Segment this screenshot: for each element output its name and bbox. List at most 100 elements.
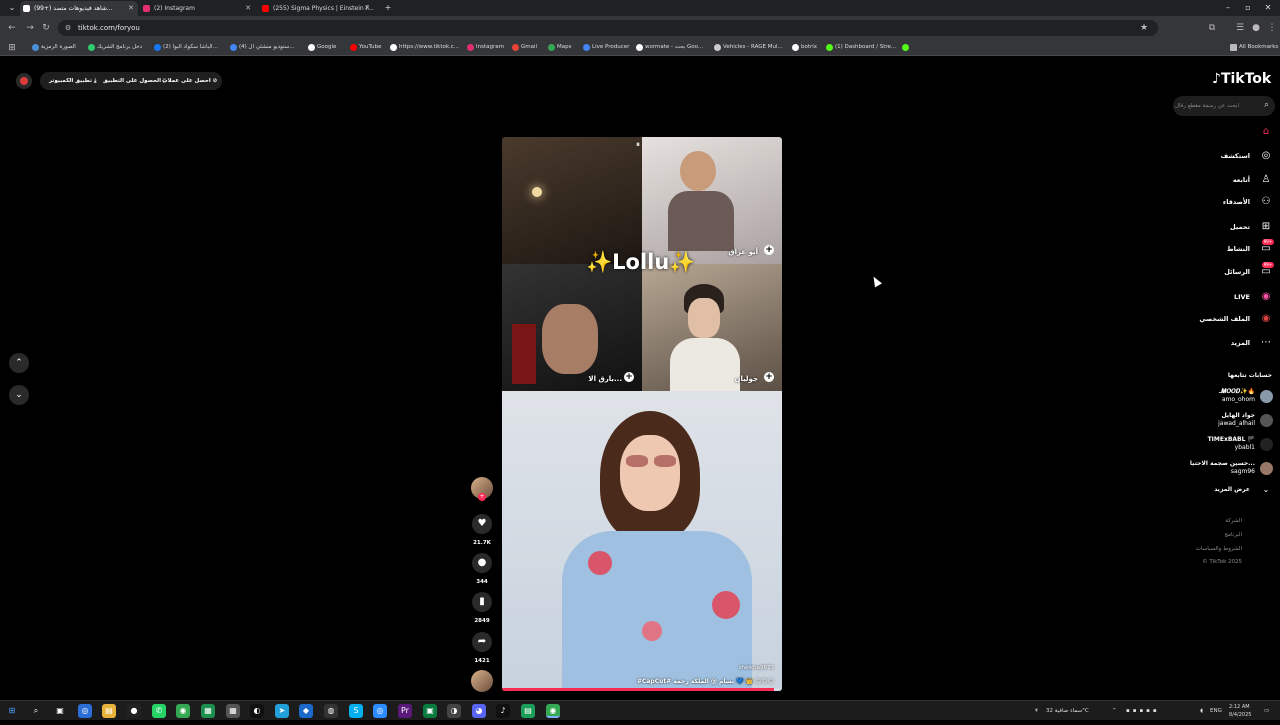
calculator-icon[interactable]: ▦ xyxy=(226,704,240,718)
footer-link[interactable]: الشركة xyxy=(1225,518,1242,524)
pause-icon[interactable]: ⏸ xyxy=(636,140,640,150)
reload-icon[interactable]: ↻ xyxy=(40,22,52,34)
chrome-icon[interactable]: ◉ xyxy=(176,704,190,718)
address-bar[interactable]: ⚙ tiktok.com/foryou ★ xyxy=(58,20,1158,36)
close-window-icon[interactable]: ✕ xyxy=(1258,0,1278,16)
chevron-down-icon[interactable]: ⌄ xyxy=(1259,483,1273,497)
tray-icons[interactable]: ▪▪▪▪▪ xyxy=(1126,701,1186,721)
weather-icon[interactable]: ☀ xyxy=(1034,701,1039,721)
account-avatar[interactable] xyxy=(16,73,32,89)
music-disc-avatar[interactable] xyxy=(471,670,493,692)
premiere-icon[interactable]: Pr xyxy=(398,704,412,718)
close-tab-icon[interactable]: ✕ xyxy=(245,1,251,16)
app-icon[interactable]: ▤ xyxy=(521,704,535,718)
obs-icon[interactable]: ● xyxy=(127,704,141,718)
maximize-icon[interactable]: ▫ xyxy=(1238,0,1258,16)
video-player[interactable]: أبو عراق + بارق الا... + جوليان + ✨Lollu xyxy=(502,137,782,691)
next-video-button[interactable]: ⌄ xyxy=(9,385,29,405)
follow-plus-icon[interactable]: + xyxy=(624,372,634,382)
live-icon[interactable]: ◉ xyxy=(1259,290,1273,304)
profile-avatar-icon[interactable]: ● xyxy=(1250,22,1262,34)
minimize-icon[interactable]: – xyxy=(1218,0,1238,16)
account-avatar[interactable] xyxy=(1260,414,1273,427)
video-progress-bar[interactable] xyxy=(502,688,782,691)
tray-overflow-icon[interactable]: ⌃ xyxy=(1112,701,1117,721)
language-indicator[interactable]: ENG xyxy=(1210,701,1222,721)
discord-icon[interactable]: ◕ xyxy=(472,704,486,718)
follow-plus-icon[interactable]: + xyxy=(764,245,774,255)
bookmark-item[interactable]: Gmail xyxy=(512,40,537,55)
windows-start-icon[interactable]: ⊞ xyxy=(5,704,19,718)
all-bookmarks-button[interactable]: All Bookmarks xyxy=(1230,40,1278,55)
bookmark-item[interactable]: (1) Dashboard / Stre... xyxy=(826,40,896,55)
following-account[interactable]: جواد الهايل jawad_alhail xyxy=(1218,412,1255,428)
clock-date[interactable]: 8/4/2025 xyxy=(1229,705,1251,725)
profile-icon[interactable]: ◉ xyxy=(1259,312,1273,326)
apps-grid-icon[interactable]: ⊞ xyxy=(6,42,18,54)
home-icon[interactable]: ⌂ xyxy=(1259,125,1273,139)
bookmark-item[interactable]: Instagram xyxy=(467,40,504,55)
bookmark-item[interactable]: https://www.tiktok.c... xyxy=(390,40,459,55)
sidebar-item-label[interactable]: المزيد xyxy=(1231,339,1250,347)
account-avatar[interactable] xyxy=(1260,438,1273,451)
app-icon[interactable]: ▣ xyxy=(423,704,437,718)
get-coins-button[interactable]: احصل على عملات ⊘ xyxy=(162,74,217,88)
sidebar-item-label[interactable]: تحميل xyxy=(1230,223,1250,231)
bookmark-item[interactable]: Live Producer xyxy=(583,40,629,55)
site-info-icon[interactable]: ⚙ xyxy=(62,22,74,34)
extensions-icon[interactable]: ⧉ xyxy=(1206,22,1218,34)
browser-tab-tiktok[interactable]: (99+) شاهد فيديوهات متصد... ✕ xyxy=(20,1,138,16)
bookmark-item[interactable]: botrix xyxy=(792,40,817,55)
new-tab-button[interactable]: + xyxy=(378,0,398,16)
telegram-icon[interactable]: ➤ xyxy=(275,704,289,718)
notifications-icon[interactable]: ▭ xyxy=(1264,701,1269,721)
get-app-button[interactable]: الحصول على التطبيق ▯ xyxy=(103,74,166,88)
sidebar-item-label[interactable]: LIVE xyxy=(1234,293,1250,301)
footer-link[interactable]: © TikTok 2025 xyxy=(1202,559,1242,565)
search-icon[interactable]: ⌕ xyxy=(29,704,43,718)
bookmark-item[interactable]: YouTube xyxy=(350,40,381,55)
sidebar-item-label[interactable]: استكشف xyxy=(1221,152,1250,160)
sidebar-item-label[interactable]: النشاط xyxy=(1227,245,1250,253)
weather-text[interactable]: سماء صافية 32°C xyxy=(1046,701,1089,721)
following-account[interactable]: ـ𝑴𝑶𝑶𝑫✨🔥 amo_ohom xyxy=(1219,388,1255,404)
follow-plus-icon[interactable]: + xyxy=(764,372,774,382)
close-tab-icon[interactable]: ✕ xyxy=(364,1,370,16)
reading-list-icon[interactable]: ☰ xyxy=(1234,22,1246,34)
app-icon[interactable]: ◑ xyxy=(447,704,461,718)
save-button[interactable]: ▮ xyxy=(472,592,492,612)
bookmark-item[interactable]: الصورة الرمزية xyxy=(32,40,76,55)
footer-link[interactable]: الشروط والسياسات xyxy=(1196,546,1242,552)
browser-tab-youtube[interactable]: (255) Sigma Physics | Einstein F... ✕ xyxy=(259,1,374,16)
user-follow-icon[interactable]: ♙ xyxy=(1259,173,1273,187)
following-account[interactable]: TIMExBABL 🏴 ybabl1 xyxy=(1208,436,1255,452)
tiktok-icon[interactable]: ♪ xyxy=(496,704,510,718)
sidebar-item-label[interactable]: الأصدقاء xyxy=(1223,198,1250,206)
bookmark-item[interactable]: (2) الباشا سكواد البوا... xyxy=(154,40,218,55)
bookmark-item[interactable]: (4) ستوديو منشئي ال... xyxy=(230,40,295,55)
file-explorer-icon[interactable]: ▤ xyxy=(102,704,116,718)
friends-icon[interactable]: ⚇ xyxy=(1259,195,1273,209)
bookmark-star-icon[interactable]: ★ xyxy=(1138,22,1150,34)
see-more-button[interactable]: عرض المزيد xyxy=(1214,486,1250,493)
footer-link[interactable]: البرنامج xyxy=(1224,532,1242,538)
previous-video-button[interactable]: ⌃ xyxy=(9,353,29,373)
chrome-active-icon[interactable]: ◉ xyxy=(546,704,560,718)
like-button[interactable]: ♥ xyxy=(472,514,492,534)
copilot-icon[interactable]: ◎ xyxy=(78,704,92,718)
bookmark-item[interactable]: دخل برنامج الشريك xyxy=(88,40,142,55)
app-icon[interactable]: ▦ xyxy=(201,704,215,718)
search-icon[interactable]: ⌕ xyxy=(1264,100,1269,110)
share-button[interactable]: ➦ xyxy=(472,632,492,652)
bookmark-item[interactable]: Google xyxy=(308,40,336,55)
tab-search-icon[interactable]: ⌄ xyxy=(2,0,22,16)
close-tab-icon[interactable]: ✕ xyxy=(128,1,134,16)
pc-app-button[interactable]: تطبيق الكمبيوتر ⤓ xyxy=(49,74,96,88)
upload-icon[interactable]: ⊞ xyxy=(1259,220,1273,234)
browser-tab-instagram[interactable]: (2) Instagram ✕ xyxy=(140,1,255,16)
app-icon[interactable]: ◐ xyxy=(250,704,264,718)
more-icon[interactable]: ⋯ xyxy=(1259,336,1273,350)
creator-avatar[interactable]: + xyxy=(471,477,493,501)
comment-button[interactable]: ● xyxy=(472,553,492,573)
back-icon[interactable]: ← xyxy=(6,22,18,34)
